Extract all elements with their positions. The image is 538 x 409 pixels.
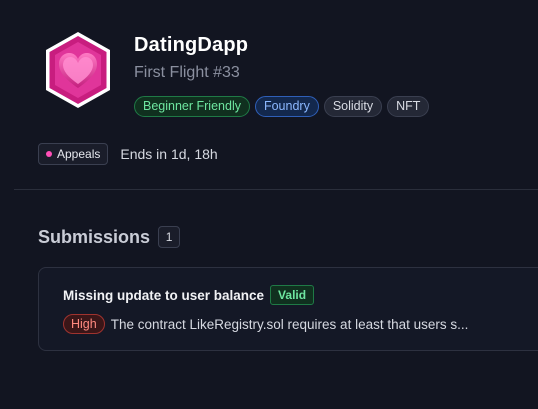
status-row: Appeals Ends in 1d, 18h [38,143,218,165]
tag-beginner-friendly: Beginner Friendly [134,96,250,117]
submission-title[interactable]: Missing update to user balance [63,288,264,303]
validity-badge: Valid [270,285,315,305]
submission-card[interactable]: Missing update to user balance Valid Hig… [38,267,538,351]
tag-nft: NFT [387,96,430,117]
submissions-count-badge: 1 [158,226,181,248]
tag-solidity: Solidity [323,96,383,117]
submissions-heading: Submissions [38,226,151,247]
contest-subtitle: First Flight #33 [134,64,240,81]
divider [14,189,538,190]
contest-title: DatingDapp [134,34,249,56]
submission-description: The contract LikeRegistry.sol requires a… [110,316,469,332]
phase-badge: Appeals [38,143,109,165]
tag-list: Beginner Friendly Foundry Solidity NFT [134,96,430,117]
submissions-header: Submissions 1 [38,226,181,248]
phase-label: Appeals [57,147,101,161]
submission-detail-row: High The contract LikeRegistry.sol requi… [63,314,468,334]
tag-foundry: Foundry [254,96,319,117]
contest-logo [43,30,113,110]
submission-title-row: Missing update to user balance Valid [63,285,315,305]
heart-hexagon-icon [46,32,110,108]
ends-in-text: Ends in 1d, 18h [120,146,218,162]
status-dot-icon [46,151,52,157]
severity-badge: High [63,314,105,334]
